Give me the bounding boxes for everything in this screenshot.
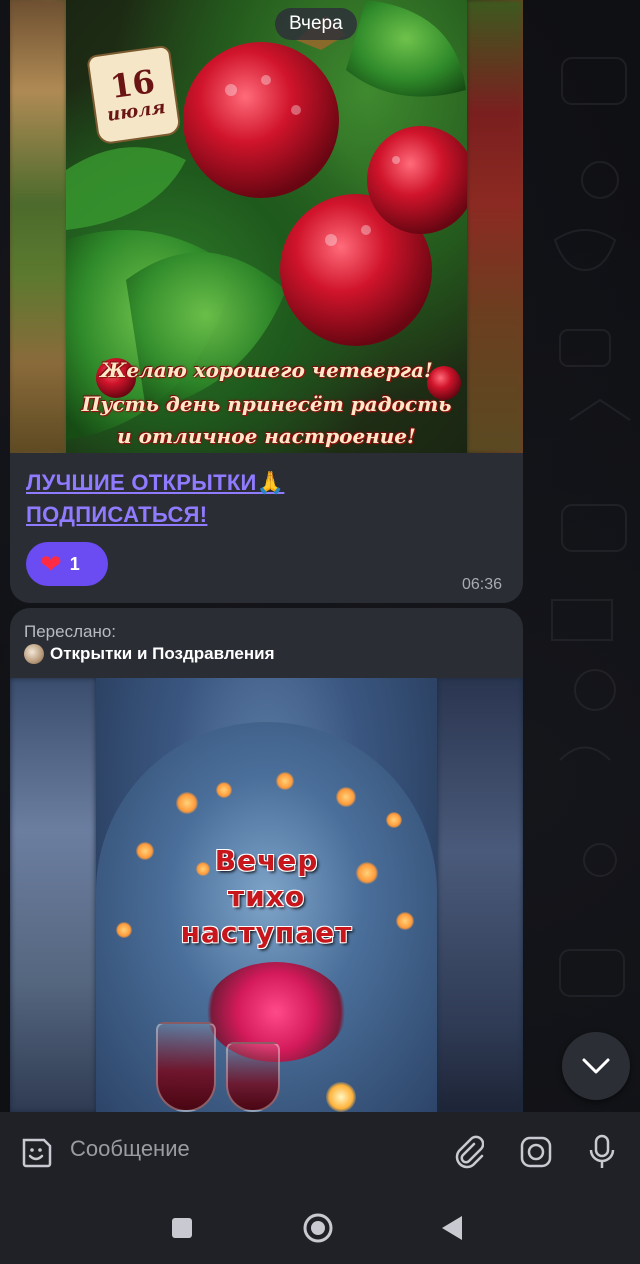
video-text-line-3: наступает: [180, 916, 353, 949]
forwarded-label: Переслано:: [24, 622, 117, 641]
subscribe-link[interactable]: ПОДПИСАТЬСЯ!: [26, 502, 207, 528]
greeting-line-2: Пусть день принесёт радость: [81, 392, 452, 416]
message-bubble-card[interactable]: 16 июля Желаю хорошего четверга! Пусть д…: [10, 0, 523, 603]
date-tag: 16 июля: [86, 44, 182, 146]
video-blur-left: [10, 678, 96, 1112]
best-cards-link[interactable]: ЛУЧШИЕ ОТКРЫТКИ🙏: [26, 470, 284, 496]
greeting-line-1: Желаю хорошего четверга!: [100, 358, 433, 382]
microphone-icon: [589, 1134, 615, 1168]
camera-icon: [520, 1136, 552, 1168]
message-input[interactable]: Сообщение: [70, 1136, 190, 1162]
video-card[interactable]: Вечер тихо наступает: [10, 678, 523, 1112]
camera-button[interactable]: [516, 1132, 556, 1172]
date-separator: Вчера: [275, 8, 357, 40]
message-input-bar: Сообщение: [0, 1112, 640, 1190]
system-navigation-bar: [0, 1190, 640, 1264]
channel-name: Открытки и Поздравления: [50, 644, 275, 663]
heart-reaction[interactable]: ❤ 1: [26, 542, 108, 586]
scroll-down-button[interactable]: [562, 1032, 630, 1100]
attach-icon: [455, 1135, 484, 1169]
back-button[interactable]: [432, 1208, 472, 1248]
greeting-line-3: и отличное настроение!: [117, 424, 416, 448]
video-text-line-1: Вечер: [214, 844, 319, 877]
channel-avatar: [24, 644, 44, 664]
home-button[interactable]: [298, 1208, 338, 1248]
image-blur-left: [10, 0, 66, 453]
video-text-line-2: тихо: [227, 880, 306, 913]
home-circle-icon: [303, 1213, 333, 1243]
heart-icon: ❤: [40, 549, 62, 579]
greeting-card-image[interactable]: 16 июля Желаю хорошего четверга! Пусть д…: [10, 0, 523, 453]
forwarded-source[interactable]: Открытки и Поздравления: [24, 644, 275, 664]
recents-square-icon: [172, 1218, 192, 1238]
reaction-count: 1: [69, 553, 80, 574]
message-time: 06:36: [462, 576, 503, 593]
sticker-button[interactable]: [16, 1132, 56, 1172]
back-triangle-icon: [442, 1216, 462, 1240]
attach-button[interactable]: [448, 1132, 488, 1172]
video-blur-right: [437, 678, 523, 1112]
image-blur-right: [467, 0, 523, 453]
message-bubble-forwarded[interactable]: Переслано: Открытки и Поздравления Вечер…: [10, 608, 523, 1112]
sticker-icon: [22, 1138, 52, 1168]
chevron-down-icon: [582, 1058, 610, 1074]
microphone-button[interactable]: [582, 1132, 622, 1172]
recents-button[interactable]: [162, 1208, 202, 1248]
